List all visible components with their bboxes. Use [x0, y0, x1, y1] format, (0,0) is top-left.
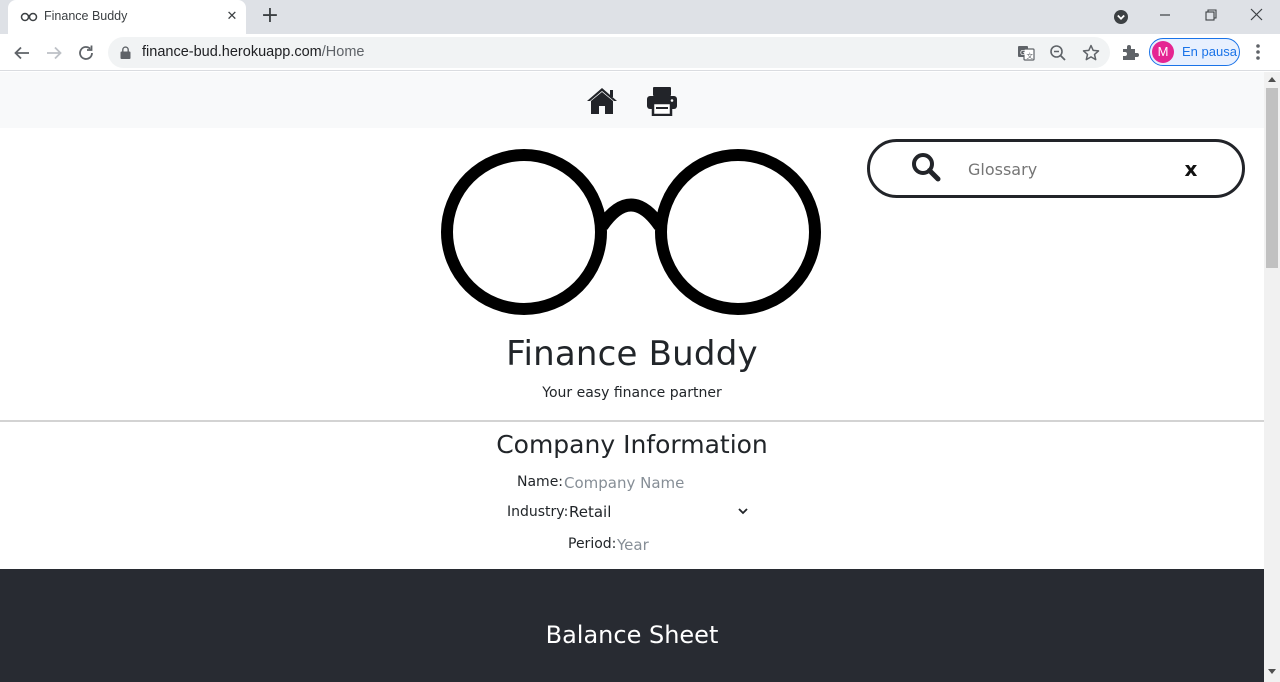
url-text: finance-bud.herokuapp.com/Home [142, 44, 364, 60]
bookmark-star-icon[interactable] [1081, 43, 1101, 63]
scrollbar-thumb[interactable] [1266, 88, 1278, 268]
glossary-search-box: x [867, 139, 1245, 198]
avatar: M [1152, 41, 1174, 63]
tab-title: Finance Buddy [44, 9, 128, 23]
company-information-heading: Company Information [496, 430, 768, 459]
page-scrollbar[interactable] [1264, 72, 1280, 682]
balance-sheet-heading: Balance Sheet [545, 621, 719, 649]
print-icon[interactable] [646, 86, 678, 116]
reload-icon[interactable] [74, 41, 98, 65]
url-path: /Home [321, 44, 365, 60]
lock-icon[interactable] [120, 46, 131, 59]
clear-search-button[interactable]: x [1180, 155, 1202, 183]
period-label: Period: [568, 536, 617, 552]
site-tagline: Your easy finance partner [542, 385, 722, 401]
company-name-input[interactable] [564, 472, 764, 494]
industry-label: Industry: [507, 504, 569, 520]
browser-tab[interactable]: Finance Buddy ✕ [8, 0, 246, 34]
forward-arrow-icon[interactable] [42, 41, 66, 65]
extensions-puzzle-icon[interactable] [1120, 42, 1140, 62]
search-icon[interactable] [910, 152, 942, 184]
glasses-favicon-icon [20, 12, 38, 22]
tab-strip: Finance Buddy ✕ + [0, 0, 1280, 34]
industry-row: Industry: Retail [0, 502, 1264, 526]
new-tab-icon[interactable]: + [258, 5, 282, 29]
industry-select[interactable]: Retail [565, 502, 755, 524]
divider [0, 420, 1264, 422]
balance-sheet-section: Balance Sheet [0, 569, 1264, 682]
close-tab-icon[interactable]: ✕ [224, 9, 240, 25]
browser-toolbar: finance-bud.herokuapp.com/Home G 文 M En … [0, 34, 1280, 71]
name-label: Name: [517, 474, 564, 490]
back-arrow-icon[interactable] [10, 41, 34, 65]
name-row: Name: [0, 472, 1264, 496]
tab-search-icon[interactable] [1109, 5, 1133, 29]
site-title: Finance Buddy [506, 334, 758, 374]
minimize-icon[interactable] [1153, 4, 1177, 28]
chevron-down-icon [738, 508, 748, 515]
zoom-out-icon[interactable] [1048, 43, 1068, 63]
page-viewport: x Finance Buddy Your easy finance partne… [0, 72, 1264, 682]
period-row: Period: [0, 534, 1264, 558]
restore-icon[interactable] [1199, 4, 1223, 28]
profile-button[interactable]: M En pausa [1149, 38, 1240, 66]
glossary-search-input[interactable] [968, 154, 1168, 184]
period-year-input[interactable] [617, 534, 737, 556]
home-icon[interactable] [586, 86, 618, 116]
close-window-icon[interactable] [1245, 4, 1269, 28]
glasses-logo [441, 149, 821, 315]
scroll-down-arrow-icon[interactable] [1268, 669, 1276, 674]
address-bar[interactable]: finance-bud.herokuapp.com/Home G 文 [108, 37, 1110, 68]
top-navbar [0, 72, 1264, 128]
url-host: finance-bud.herokuapp.com [142, 44, 322, 60]
industry-selected-value: Retail [569, 503, 612, 521]
svg-text:文: 文 [1027, 51, 1034, 60]
translate-icon[interactable]: G 文 [1016, 43, 1036, 63]
profile-status-label: En pausa [1182, 44, 1237, 59]
svg-text:G: G [1020, 49, 1025, 57]
scroll-up-arrow-icon[interactable] [1268, 77, 1276, 82]
more-menu-icon[interactable] [1250, 41, 1266, 63]
